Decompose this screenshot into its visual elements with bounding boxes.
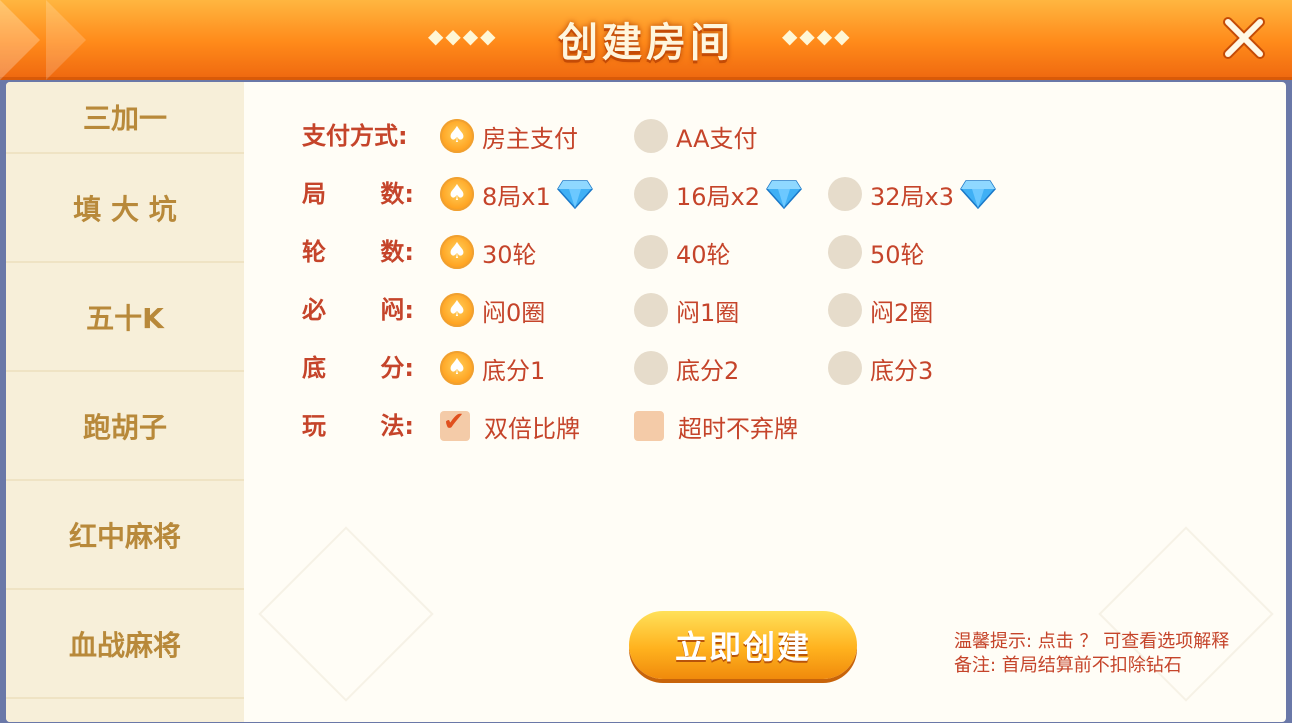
rounds-label: 局 数: (302, 174, 414, 214)
option-label: 30轮 (482, 240, 537, 269)
radio-selected-icon[interactable] (440, 293, 474, 327)
option-turns-40[interactable]: 40轮 (634, 232, 731, 272)
payment-label: 支付方式: (302, 116, 414, 156)
background-pattern (258, 526, 434, 702)
note-line: 备注: 首局结算前不扣除钻石 (954, 655, 1182, 676)
diamond-icon (766, 180, 802, 209)
sidebar-item-tiandakeng[interactable]: 填 大 坑 (6, 154, 244, 263)
title-decoration-right: ◆◆◆◆ (782, 24, 852, 48)
option-blind-2[interactable]: 闷2圈 (828, 290, 933, 330)
close-button[interactable] (1216, 10, 1272, 66)
radio-icon[interactable] (634, 177, 668, 211)
option-base-3[interactable]: 底分3 (828, 348, 933, 388)
radio-icon[interactable] (634, 293, 668, 327)
rules-label: 玩 法: (302, 406, 414, 446)
row-label-text: 分: (380, 354, 414, 382)
option-label: 闷0圈 (482, 298, 546, 327)
row-label-text: 局 (302, 180, 326, 208)
row-label-text: 底 (302, 354, 326, 382)
option-aa-pay[interactable]: AA支付 (634, 116, 758, 156)
option-label: 闷1圈 (676, 298, 740, 327)
option-timeout-no-fold[interactable]: 超时不弃牌 (634, 406, 798, 446)
sidebar-item-wushik[interactable]: 五十K (6, 263, 244, 372)
option-owner-pay[interactable]: 房主支付 (440, 116, 578, 156)
radio-icon[interactable] (828, 293, 862, 327)
row-label-text: 闷: (380, 296, 414, 324)
option-rounds-8[interactable]: 8局x1 (440, 174, 593, 214)
turns-label: 轮 数: (302, 232, 414, 272)
option-label: 50轮 (870, 240, 925, 269)
create-room-panel: 三加一 填 大 坑 五十K 跑胡子 红中麻将 血战麻将 支付方式: 房主支付 A… (6, 82, 1286, 722)
option-label: 32局x3 (870, 182, 955, 211)
radio-icon[interactable] (634, 235, 668, 269)
diamond-icon (960, 180, 996, 209)
option-blind-1[interactable]: 闷1圈 (634, 290, 739, 330)
game-type-sidebar: 三加一 填 大 坑 五十K 跑胡子 红中麻将 血战麻将 (6, 82, 244, 722)
sidebar-item-xuezhan-mahjong[interactable]: 血战麻将 (6, 590, 244, 699)
option-label: 闷2圈 (870, 298, 934, 327)
radio-selected-icon[interactable] (440, 235, 474, 269)
option-base-1[interactable]: 底分1 (440, 348, 545, 388)
row-label-text: 支付方式: (302, 122, 408, 150)
option-label: 8局x1 (482, 182, 551, 211)
checkbox-icon[interactable] (634, 411, 664, 441)
radio-selected-icon[interactable] (440, 351, 474, 385)
radio-selected-icon[interactable] (440, 119, 474, 153)
row-label-text: 数: (380, 238, 414, 266)
header-bar: ◆◆◆◆ 创建房间 ◆◆◆◆ (0, 0, 1292, 80)
radio-icon[interactable] (828, 351, 862, 385)
page-title: 创建房间 (558, 20, 734, 66)
diamond-icon (556, 180, 593, 209)
row-label-text: 数: (380, 180, 414, 208)
checkbox-checked-icon[interactable] (440, 407, 470, 441)
option-label: 超时不弃牌 (678, 414, 798, 443)
row-label-text: 法: (380, 412, 414, 440)
option-turns-30[interactable]: 30轮 (440, 232, 537, 272)
radio-icon[interactable] (634, 351, 668, 385)
option-label: 底分1 (482, 356, 546, 385)
option-label: 40轮 (676, 240, 731, 269)
tip-line: 温馨提示: 点击 ？ 可查看选项解释 (954, 631, 1230, 652)
sidebar-item-hongzhong-mahjong[interactable]: 红中麻将 (6, 481, 244, 590)
option-label: 底分2 (676, 356, 740, 385)
option-double-compare[interactable]: 双倍比牌 (440, 406, 580, 446)
row-label-text: 轮 (302, 238, 326, 266)
options-area: 支付方式: 房主支付 AA支付 局数: 8局x1 16局x2 (244, 82, 1286, 722)
radio-icon[interactable] (828, 235, 862, 269)
option-label: 房主支付 (482, 124, 578, 153)
close-icon (1223, 17, 1265, 59)
option-base-2[interactable]: 底分2 (634, 348, 739, 388)
row-label-text: 玩 (302, 412, 326, 440)
radio-icon[interactable] (828, 177, 862, 211)
option-label: 底分3 (870, 356, 934, 385)
radio-selected-icon[interactable] (440, 177, 474, 211)
option-turns-50[interactable]: 50轮 (828, 232, 925, 272)
tips-text: 温馨提示: 点击 ？ 可查看选项解释 备注: 首局结算前不扣除钻石 (954, 630, 1229, 678)
radio-icon[interactable] (634, 119, 668, 153)
base-score-label: 底 分: (302, 348, 414, 388)
option-label: 双倍比牌 (484, 414, 580, 443)
option-label: AA支付 (676, 124, 758, 153)
sidebar-item-paohuzi[interactable]: 跑胡子 (6, 372, 244, 481)
option-rounds-32[interactable]: 32局x3 (828, 174, 996, 214)
option-blind-0[interactable]: 闷0圈 (440, 290, 545, 330)
sidebar-item-sanjiayi[interactable]: 三加一 (6, 82, 244, 154)
option-rounds-16[interactable]: 16局x2 (634, 174, 802, 214)
option-label: 16局x2 (676, 182, 761, 211)
create-now-button[interactable]: 立即创建 (629, 611, 857, 679)
row-label-text: 必 (302, 296, 326, 324)
blind-label: 必 闷: (302, 290, 414, 330)
